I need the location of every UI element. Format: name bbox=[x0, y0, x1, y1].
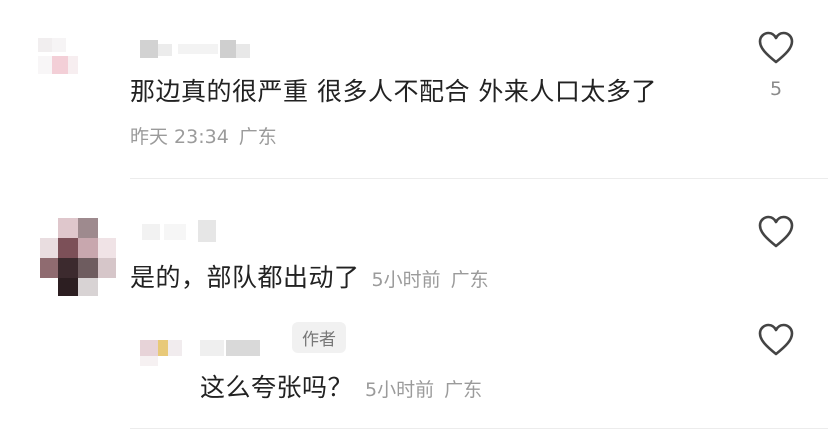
comment-body: 是的，部队都出动了 bbox=[130, 263, 360, 292]
comment-time: 5小时前 bbox=[365, 379, 435, 401]
avatar[interactable] bbox=[140, 332, 184, 368]
comment-location: 广东 bbox=[450, 269, 489, 291]
divider bbox=[130, 178, 828, 179]
like-button[interactable] bbox=[756, 28, 796, 68]
comment-text[interactable]: 是的，部队都出动了 5小时前 广东 bbox=[130, 258, 499, 294]
username[interactable] bbox=[134, 38, 264, 60]
comment-text[interactable]: 那边真的很严重 很多人不配合 外来人口太多了 bbox=[130, 72, 657, 108]
avatar[interactable] bbox=[38, 38, 88, 88]
heart-outline-icon bbox=[758, 215, 794, 248]
comment-location: 广东 bbox=[238, 126, 277, 148]
like-button[interactable] bbox=[756, 212, 796, 252]
comment-time: 昨天 23:34 bbox=[130, 126, 229, 148]
comment-location: 广东 bbox=[444, 379, 483, 401]
comment-meta: 5小时前 广东 bbox=[365, 379, 492, 401]
author-badge: 作者 bbox=[292, 322, 346, 353]
divider bbox=[130, 428, 828, 429]
avatar[interactable] bbox=[40, 218, 120, 298]
heart-outline-icon bbox=[758, 31, 794, 64]
username[interactable] bbox=[134, 220, 234, 246]
comment-meta: 昨天 23:34 广东 bbox=[130, 122, 287, 149]
like-count: 5 bbox=[769, 78, 783, 100]
heart-outline-icon bbox=[758, 323, 794, 356]
comment-body: 这么夸张吗？ bbox=[200, 373, 354, 402]
comment-text[interactable]: 这么夸张吗？ 5小时前 广东 bbox=[200, 368, 492, 404]
username[interactable] bbox=[200, 334, 280, 358]
like-button[interactable] bbox=[756, 320, 796, 360]
comment-time: 5小时前 bbox=[371, 269, 441, 291]
comment-meta: 5小时前 广东 bbox=[372, 269, 499, 291]
